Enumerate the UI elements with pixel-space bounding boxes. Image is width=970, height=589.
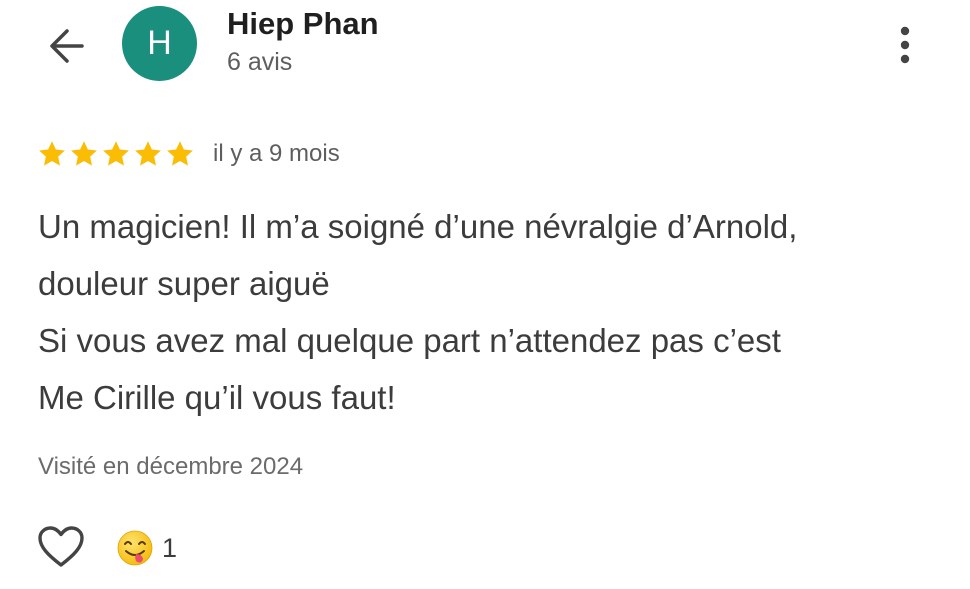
avatar[interactable]: H — [122, 6, 197, 81]
star-icon — [167, 141, 193, 166]
avatar-letter: H — [147, 24, 172, 62]
more-options-button[interactable] — [882, 20, 928, 70]
arrow-left-icon — [50, 29, 84, 63]
heart-outline-icon — [38, 526, 84, 567]
star-icon — [71, 141, 97, 166]
reviewer-name[interactable]: Hiep Phan — [227, 6, 379, 42]
reaction-count: 1 — [162, 532, 178, 563]
like-button[interactable] — [36, 523, 86, 571]
review-text-line: Si vous avez mal quelque part n’attendez… — [38, 322, 781, 359]
back-button[interactable] — [40, 20, 92, 72]
star-icon — [39, 141, 65, 166]
review-text: Un magicien! Il m’a soigné d’une névralg… — [38, 198, 938, 426]
face-savoring-food-emoji-icon — [117, 530, 153, 566]
more-vertical-icon — [900, 26, 910, 64]
visit-date: Visité en décembre 2024 — [38, 453, 304, 480]
review-time-ago: il y a 9 mois — [213, 140, 340, 167]
reaction-chip[interactable]: 1 — [116, 528, 177, 568]
rating-row: il y a 9 mois — [37, 136, 340, 172]
star-icon — [103, 141, 129, 166]
reviewer-review-count: 6 avis — [227, 48, 293, 76]
review-text-line: douleur super aiguë — [38, 265, 330, 302]
review-text-line: Un magicien! Il m’a soigné d’une névralg… — [38, 208, 798, 245]
star-rating — [37, 139, 195, 169]
star-icon — [135, 141, 161, 166]
review-text-line: Me Cirille qu’il vous faut! — [38, 379, 396, 416]
